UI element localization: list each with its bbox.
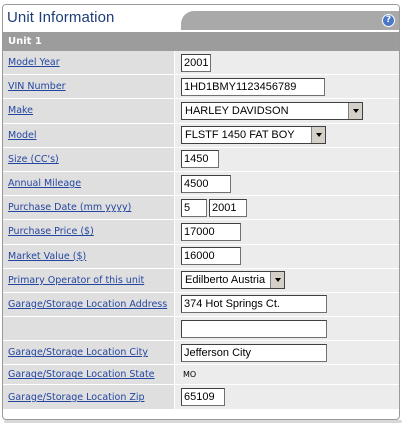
form-row-vin: VIN Number — [3, 75, 399, 100]
vin-input[interactable] — [181, 77, 325, 96]
city-link[interactable]: Garage/Storage Location City — [8, 347, 148, 358]
purchase-price-link[interactable]: Purchase Price ($) — [8, 226, 94, 237]
form-row-city: Garage/Storage Location City — [3, 341, 399, 366]
form-row-purchase-price: Purchase Price ($) — [3, 220, 399, 245]
purchase-price-input[interactable] — [181, 222, 241, 241]
annual-mileage-input[interactable] — [181, 174, 231, 193]
market-value-link[interactable]: Market Value ($) — [8, 251, 86, 262]
help-icon[interactable]: ? — [382, 14, 395, 27]
make-selected-value: HARLEY DAVIDSON — [185, 104, 289, 117]
size-link[interactable]: Size (CC's) — [8, 154, 59, 165]
model-year-input[interactable] — [181, 53, 211, 72]
make-link[interactable]: Make — [8, 105, 33, 116]
page-title: Unit Information — [7, 9, 115, 26]
header-tab-decoration: ? — [181, 11, 399, 30]
form-row-make: Make HARLEY DAVIDSON — [3, 99, 399, 124]
form-row-state: Garage/Storage Location State MO — [3, 365, 399, 386]
state-link[interactable]: Garage/Storage Location State — [8, 369, 155, 380]
panel-header: Unit Information ? — [3, 5, 399, 31]
form-row-purchase-date: Purchase Date (mm yyyy) — [3, 196, 399, 221]
form-row-model: Model FLSTF 1450 FAT BOY — [3, 123, 399, 148]
model-select[interactable]: FLSTF 1450 FAT BOY — [181, 126, 326, 145]
address-line2-input[interactable] — [181, 319, 327, 338]
make-select[interactable]: HARLEY DAVIDSON — [181, 101, 363, 120]
market-value-input[interactable] — [181, 247, 241, 266]
chevron-down-icon[interactable] — [270, 272, 284, 289]
model-year-link[interactable]: Model Year — [8, 57, 60, 68]
form-row-address-line2 — [3, 317, 399, 342]
unit-information-panel: Unit Information ? Unit 1 Model Year VIN… — [2, 4, 400, 420]
primary-operator-selected-value: Edilberto Austria — [185, 274, 266, 287]
purchase-date-link[interactable]: Purchase Date (mm yyyy) — [8, 202, 131, 213]
state-value: MO — [183, 370, 197, 380]
chevron-down-icon[interactable] — [348, 102, 362, 119]
form-row-size: Size (CC's) — [3, 147, 399, 172]
primary-operator-link[interactable]: Primary Operator of this unit — [8, 275, 144, 286]
address-link[interactable]: Garage/Storage Location Address — [8, 299, 167, 310]
city-input[interactable] — [181, 343, 327, 362]
form-row-model-year: Model Year — [3, 51, 399, 76]
panel-shadow — [4, 420, 402, 423]
zip-link[interactable]: Garage/Storage Location Zip — [8, 392, 145, 403]
model-selected-value: FLSTF 1450 FAT BOY — [185, 129, 295, 142]
form-row-address: Garage/Storage Location Address — [3, 292, 399, 318]
unit-section-header: Unit 1 — [3, 31, 399, 51]
purchase-year-input[interactable] — [209, 198, 247, 217]
form-row-zip: Garage/Storage Location Zip — [3, 385, 399, 410]
primary-operator-select[interactable]: Edilberto Austria — [181, 271, 285, 290]
form-row-annual-mileage: Annual Mileage — [3, 171, 399, 197]
form-row-primary-operator: Primary Operator of this unit Edilberto … — [3, 268, 399, 293]
purchase-month-input[interactable] — [181, 198, 207, 217]
address-line1-input[interactable] — [181, 295, 327, 314]
annual-mileage-link[interactable]: Annual Mileage — [8, 178, 81, 189]
size-input[interactable] — [181, 150, 219, 169]
zip-input[interactable] — [181, 388, 225, 407]
model-link[interactable]: Model — [8, 130, 37, 141]
form-row-market-value: Market Value ($) — [3, 244, 399, 269]
vin-link[interactable]: VIN Number — [8, 81, 66, 92]
chevron-down-icon[interactable] — [311, 127, 325, 144]
